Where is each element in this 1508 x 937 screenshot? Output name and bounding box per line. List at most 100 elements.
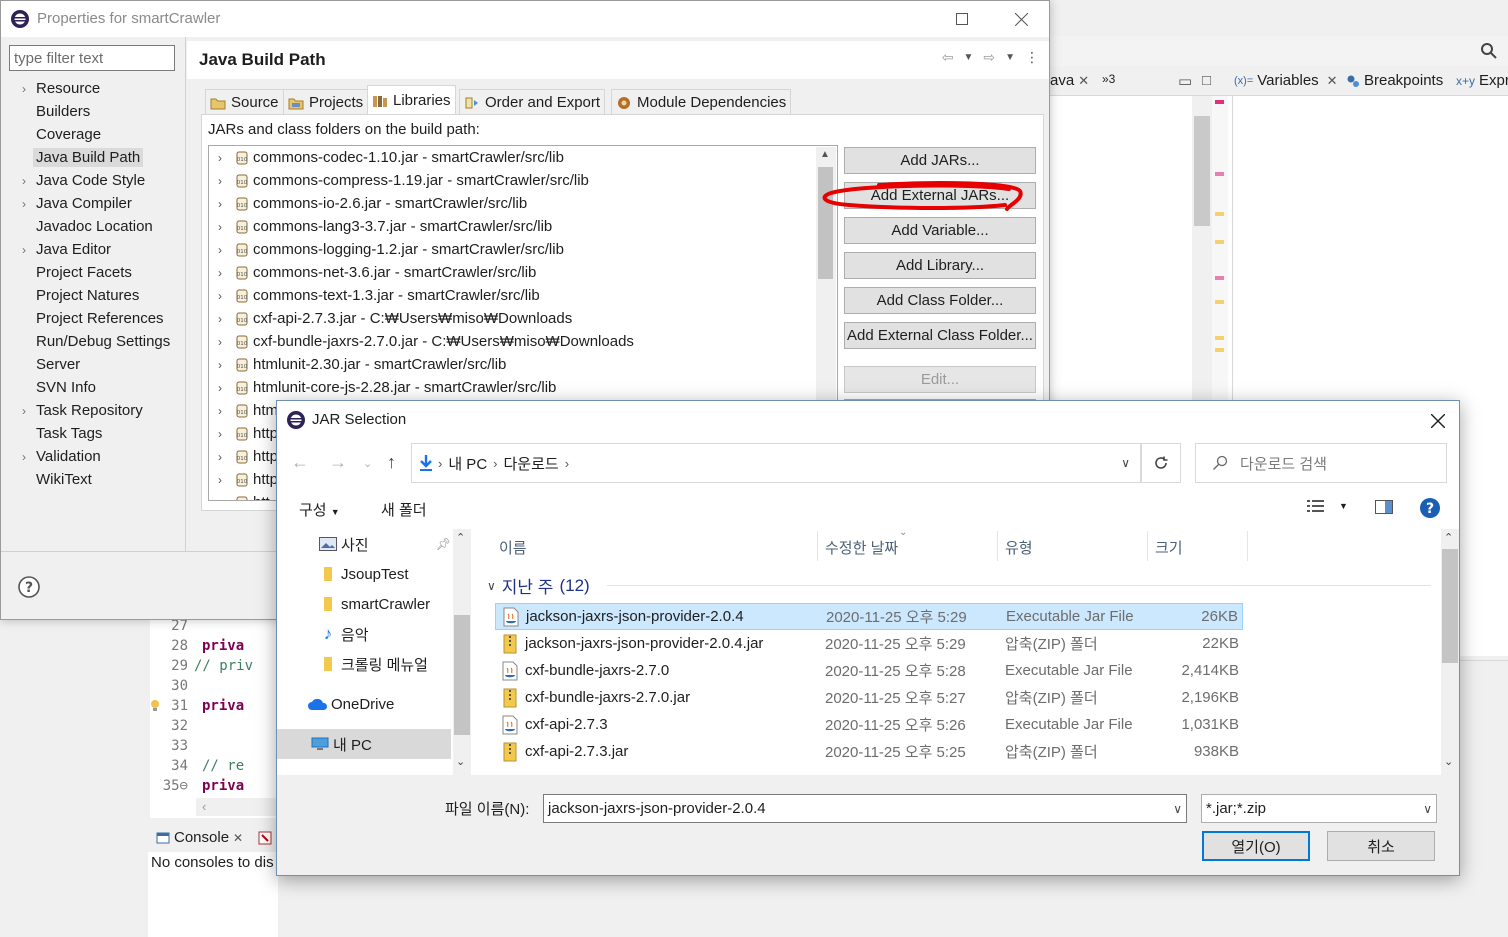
jar-row[interactable]: › 010 commons-io-2.6.jar - smartCrawler/sr… bbox=[209, 192, 815, 215]
column-header-name[interactable]: 이름 bbox=[499, 537, 527, 558]
maximize-icon[interactable]: □ bbox=[1202, 72, 1211, 89]
back-arrow-icon[interactable]: ⇦ bbox=[942, 49, 954, 66]
file-row[interactable]: cxf-bundle-jaxrs-2.7.0.jar 2020-11-25 오후… bbox=[495, 684, 1243, 711]
tree-item-javadoc-location[interactable]: Javadoc Location bbox=[15, 215, 156, 238]
nav-item-this-pc[interactable]: 내 PC bbox=[277, 729, 451, 759]
tree-item-svn-info[interactable]: SVN Info bbox=[15, 376, 99, 399]
expand-arrow-icon[interactable]: › bbox=[15, 404, 33, 418]
tree-item-run-debug-settings[interactable]: Run/Debug Settings bbox=[15, 330, 173, 353]
file-row[interactable]: jackson-jaxrs-json-provider-2.0.4.jar 20… bbox=[495, 630, 1243, 657]
nav-item-music[interactable]: ♪ 음악 bbox=[277, 619, 451, 649]
close-icon[interactable]: ✕ bbox=[1327, 73, 1338, 89]
scroll-left-icon[interactable]: ‹ bbox=[202, 799, 206, 814]
pane-divider[interactable] bbox=[185, 37, 186, 552]
file-row[interactable]: cxf-bundle-jaxrs-2.7.0 2020-11-25 오후 5:2… bbox=[495, 657, 1243, 684]
expand-arrow-icon[interactable]: › bbox=[209, 404, 231, 418]
up-arrow-icon[interactable]: ↑ bbox=[387, 452, 396, 473]
back-arrow-icon[interactable]: ← bbox=[291, 452, 309, 473]
expand-arrow-icon[interactable]: › bbox=[209, 312, 231, 326]
tree-item-coverage[interactable]: Coverage bbox=[15, 123, 104, 146]
expand-arrow-icon[interactable]: › bbox=[209, 335, 231, 349]
scroll-thumb[interactable] bbox=[454, 615, 470, 735]
scroll-thumb[interactable] bbox=[1194, 116, 1210, 226]
view-options-button[interactable]: ▼ bbox=[1307, 499, 1348, 513]
new-folder-button[interactable]: 새 폴더 bbox=[381, 499, 427, 520]
jar-row[interactable]: › 010 cxf-bundle-jaxrs-2.7.0.jar - C:₩User… bbox=[209, 330, 815, 353]
expand-arrow-icon[interactable]: › bbox=[209, 427, 231, 441]
nav-item-crawling-manual[interactable]: 크롤링 메뉴얼 bbox=[277, 649, 451, 679]
expand-arrow-icon[interactable]: › bbox=[15, 174, 33, 188]
minimize-icon[interactable]: ▭ bbox=[1178, 72, 1192, 90]
chevron-down-icon[interactable]: ∨ bbox=[1173, 802, 1182, 816]
code-editor[interactable]: 27 28 priva 29 // priv 30 31 priva 32 33 34… bbox=[150, 618, 280, 818]
open-button[interactable]: 열기(O) bbox=[1202, 831, 1310, 861]
recent-locations-icon[interactable]: ⌄ bbox=[363, 457, 372, 470]
group-header[interactable]: ∨ 지난 주 (12) bbox=[487, 573, 590, 598]
file-list-scrollbar[interactable]: ⌃ ⌄ bbox=[1441, 529, 1459, 775]
expand-arrow-icon[interactable]: › bbox=[209, 151, 231, 165]
error-marker[interactable] bbox=[1215, 100, 1224, 104]
warning-marker[interactable] bbox=[1215, 348, 1224, 352]
column-header-size[interactable]: 크기 bbox=[1155, 537, 1183, 558]
add-library-button[interactable]: Add Library... bbox=[844, 252, 1036, 279]
warning-lightbulb-icon[interactable] bbox=[150, 699, 160, 713]
expand-arrow-icon[interactable]: › bbox=[15, 243, 33, 257]
warning-marker[interactable] bbox=[1215, 336, 1224, 340]
chevron-down-icon[interactable]: ∨ bbox=[1121, 456, 1140, 470]
nav-item-onedrive[interactable]: OneDrive bbox=[277, 689, 451, 719]
jar-row[interactable]: › 010 cxf-api-2.7.3.jar - C:₩Users₩miso₩Do… bbox=[209, 307, 815, 330]
tree-item-java-editor[interactable]: › Java Editor bbox=[15, 238, 114, 261]
more-menu-icon[interactable]: ⋮ bbox=[1025, 49, 1039, 66]
file-row[interactable]: cxf-api-2.7.3.jar 2020-11-25 오후 5:25 압축(… bbox=[495, 738, 1243, 765]
tree-item-wikitext[interactable]: WikiText bbox=[15, 468, 95, 491]
tree-item-java-compiler[interactable]: › Java Compiler bbox=[15, 192, 135, 215]
expand-arrow-icon[interactable]: › bbox=[209, 450, 231, 464]
scroll-thumb[interactable] bbox=[1442, 549, 1458, 663]
jar-row[interactable]: › 010 htmlunit-core-js-2.28.jar - smartCra… bbox=[209, 376, 815, 399]
close-icon[interactable]: ✕ bbox=[1078, 73, 1089, 89]
close-button[interactable] bbox=[998, 1, 1044, 37]
expand-arrow-icon[interactable]: › bbox=[209, 289, 231, 303]
column-separator[interactable] bbox=[1147, 531, 1148, 561]
expand-arrow-icon[interactable]: › bbox=[15, 450, 33, 464]
tree-item-builders[interactable]: Builders bbox=[15, 100, 93, 123]
more-tabs-button[interactable]: »3 bbox=[1102, 72, 1115, 86]
expand-arrow-icon[interactable]: › bbox=[15, 82, 33, 96]
tab-expressions[interactable]: x+y Expre bbox=[1456, 72, 1508, 89]
tab-module-dependencies[interactable]: Module Dependencies bbox=[611, 89, 792, 115]
column-separator[interactable] bbox=[817, 531, 818, 561]
edit-button[interactable]: Edit... bbox=[844, 366, 1036, 393]
help-icon[interactable]: ? bbox=[17, 575, 41, 599]
scroll-down-icon[interactable]: ⌄ bbox=[1444, 755, 1453, 768]
column-header-type[interactable]: 유형 bbox=[1005, 537, 1033, 558]
help-icon[interactable]: ? bbox=[1419, 497, 1441, 519]
address-bar[interactable]: › 내 PC › 다운로드 › ∨ bbox=[411, 443, 1141, 483]
nav-item-pictures[interactable]: 사진 📌︎ bbox=[277, 529, 451, 559]
expand-arrow-icon[interactable]: › bbox=[209, 381, 231, 395]
nav-item-smartcrawler[interactable]: smartCrawler bbox=[277, 589, 451, 619]
expand-arrow-icon[interactable]: › bbox=[209, 220, 231, 234]
add-external-class-folder-button[interactable]: Add External Class Folder... bbox=[844, 322, 1036, 349]
tab-order-and-export[interactable]: Order and Export bbox=[459, 89, 606, 115]
tree-item-server[interactable]: Server bbox=[15, 353, 83, 376]
filter-input[interactable]: type filter text bbox=[9, 45, 175, 71]
organize-button[interactable]: 구성 ▼ bbox=[299, 499, 340, 520]
pin-icon[interactable]: 📌︎ bbox=[436, 537, 451, 551]
nav-scrollbar[interactable]: ⌃ ⌄ bbox=[453, 529, 471, 775]
expand-arrow-icon[interactable]: › bbox=[209, 174, 231, 188]
scroll-up-icon[interactable]: ⌃ bbox=[456, 531, 465, 544]
maximize-button[interactable] bbox=[939, 1, 985, 37]
occurrence-marker[interactable] bbox=[1215, 172, 1224, 176]
breadcrumb-chevron-icon[interactable]: › bbox=[565, 456, 569, 471]
close-button[interactable] bbox=[1417, 405, 1459, 437]
tab-projects[interactable]: Projects bbox=[283, 89, 369, 115]
tab-source[interactable]: Source bbox=[205, 89, 284, 115]
scroll-up-icon[interactable]: ⌃ bbox=[1444, 531, 1453, 544]
expand-arrow-icon[interactable]: › bbox=[209, 197, 231, 211]
forward-arrow-icon[interactable]: ⇨ bbox=[983, 49, 995, 66]
warning-marker[interactable] bbox=[1215, 300, 1224, 304]
file-row[interactable]: jackson-jaxrs-json-provider-2.0.4 2020-1… bbox=[495, 603, 1243, 630]
refresh-button[interactable] bbox=[1141, 443, 1181, 483]
jar-row[interactable]: › 010 htmlunit-2.30.jar - smartCrawler/src… bbox=[209, 353, 815, 376]
add-jars-button[interactable]: Add JARs... bbox=[844, 147, 1036, 174]
